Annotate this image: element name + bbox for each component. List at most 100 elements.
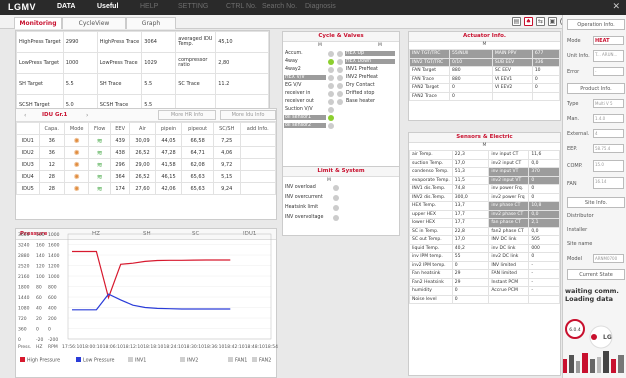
- data-label: FAN2 Target: [409, 83, 450, 93]
- operation-info-button[interactable]: Operation Info.: [567, 19, 625, 30]
- idu-row[interactable]: IDU2 36 ✺ ≋ 438 26,52 47,28 64,71 4,06: [16, 146, 277, 159]
- eep-label: EEP.: [567, 146, 578, 152]
- tab-monitoring[interactable]: Monitoring: [14, 17, 62, 29]
- data-value: 0: [528, 252, 560, 262]
- type-label: Type: [567, 101, 579, 107]
- idu-col-header: Mode: [63, 122, 90, 135]
- site-info-button[interactable]: Site Info.: [567, 197, 625, 208]
- alarm-bell-icon[interactable]: ♠: [524, 17, 533, 26]
- data-label: SC EEV: [491, 66, 533, 76]
- more-hr-info-button[interactable]: More HR Info: [158, 110, 216, 120]
- heat-mode-icon: ✺: [73, 136, 80, 145]
- data-value: 370: [528, 167, 560, 177]
- rpm-tick-label: -200: [48, 337, 58, 343]
- legend-label: High Pressure: [27, 358, 60, 364]
- data-value: 677: [531, 49, 561, 59]
- menu-data[interactable]: DATA: [57, 3, 75, 10]
- idu-cell: [239, 134, 277, 147]
- data-value: 0: [451, 286, 490, 296]
- legend-swatch[interactable]: [128, 357, 133, 362]
- valve-row: HEX V/V INV2 PreHeat: [283, 74, 399, 82]
- waiting-comm-text: waiting comm.: [565, 287, 619, 295]
- idu-row[interactable]: IDU1 36 ✺ ≋ 439 30,09 44,05 66,58 7,25: [16, 134, 277, 147]
- fan-flow-icon: ≋: [96, 184, 103, 193]
- data-label: suction Temp.: [409, 158, 453, 168]
- city-building: [603, 351, 609, 373]
- target-trace-panel: HighPress Target 2990 HighPress Trace 30…: [15, 30, 270, 116]
- sensors-electric-panel: Sensors & Electric M air Temp. 22,3 inv in…: [408, 132, 561, 376]
- status-indicator-icon: [328, 75, 334, 81]
- type-value: Multi V 5: [593, 99, 624, 108]
- save-icon[interactable]: ▤: [512, 17, 521, 26]
- legend-swatch[interactable]: [76, 357, 81, 362]
- data-value: 0: [449, 83, 493, 93]
- data-value: 74,8: [451, 184, 490, 194]
- mode-value: HEAT: [593, 36, 624, 45]
- valve-label: HEX Down: [345, 58, 395, 64]
- data-label: INV2 TGT/TRC: [409, 57, 450, 67]
- hz-tick-label: 0: [36, 327, 39, 333]
- valve-row: receiver in Drifted stop: [283, 90, 399, 98]
- menu-help[interactable]: HELP: [140, 3, 158, 10]
- info-value: 1029: [141, 52, 177, 74]
- press-tick-label: 3600: [18, 232, 30, 238]
- menu-useful[interactable]: Useful: [97, 3, 118, 10]
- legend-swatch[interactable]: [252, 357, 257, 362]
- fan-flow-icon: ≋: [96, 136, 103, 145]
- fan-flow-icon: ≋: [96, 160, 103, 169]
- idu-row[interactable]: IDU3 12 ✺ ≋ 296 29,00 41,58 62,08 9,72: [16, 158, 277, 171]
- idu-row[interactable]: IDU4 28 ✺ ≋ 364 26,52 46,15 65,63 5,15: [16, 170, 277, 183]
- menu-setting[interactable]: SETTING: [178, 3, 208, 10]
- man-label: Man.: [567, 116, 580, 122]
- close-icon[interactable]: ✕: [612, 2, 620, 12]
- city-building: [576, 361, 580, 373]
- data-label: FAN Target: [409, 66, 450, 76]
- legend-swatch[interactable]: [20, 357, 25, 362]
- idu-next-button[interactable]: ›: [86, 112, 88, 119]
- data-value: 0: [528, 192, 560, 202]
- idu-row[interactable]: IDU5 28 ✺ ≋ 174 27,60 42,06 65,63 9,24: [16, 182, 277, 195]
- sync-icon[interactable]: ⇆: [536, 17, 545, 26]
- data-row: INV1 dis.Temp. 74,8 inv power Frq. 0: [409, 184, 560, 194]
- axis-label: HZ: [36, 344, 42, 350]
- idu-cell: 26,52: [129, 146, 156, 159]
- data-value: 0/10: [449, 57, 493, 67]
- status-indicator-icon: [328, 99, 334, 105]
- status-indicator-icon: [328, 107, 334, 113]
- city-building: [582, 353, 588, 373]
- camera-icon[interactable]: ▣: [548, 17, 557, 26]
- menu-ctrl-no[interactable]: CTRL No.: [226, 3, 257, 10]
- data-value: 55/NUll: [449, 49, 493, 59]
- limit-label: INV overload: [285, 184, 316, 190]
- idu-col-header: pipeout: [181, 122, 214, 135]
- menu-diagnosis[interactable]: Diagnosis: [305, 3, 336, 10]
- product-info-button[interactable]: Product Info.: [567, 83, 625, 94]
- idu-cell: ✺: [63, 146, 90, 159]
- legend-swatch[interactable]: [228, 357, 233, 362]
- data-label: SUB EEV: [491, 57, 533, 67]
- tab-graph[interactable]: Graph: [126, 17, 176, 29]
- idu-cell: 65,63: [181, 170, 214, 183]
- data-row: upper HEX 17,7 inv2 phase CT 0,0: [409, 209, 560, 219]
- data-label: liquid Temp.: [409, 243, 453, 253]
- valve-label: Base heater: [346, 98, 375, 104]
- pressure-chart: 3600 100 10003240 160 16002880 140 14002520 120…: [18, 232, 278, 364]
- unit-info-value: T... ARUN...: [593, 50, 624, 62]
- menu-search-no[interactable]: Search No.: [262, 3, 297, 10]
- idu-cell: 65,63: [181, 182, 214, 195]
- idu-prev-button[interactable]: ‹: [24, 112, 26, 119]
- data-label: condenso Temp.: [409, 167, 453, 177]
- data-label: VI EEV1: [491, 74, 533, 84]
- idu-col-header: Capa.: [38, 122, 65, 135]
- idu-cell: 64,71: [181, 146, 214, 159]
- x-tick-label: 17:56:10: [62, 344, 82, 350]
- more-idu-info-button[interactable]: More Idu Info: [220, 110, 276, 120]
- valve-label: EG V/V: [285, 82, 302, 88]
- legend-swatch[interactable]: [180, 357, 185, 362]
- idu-cell: 36: [38, 134, 65, 147]
- current-state-button[interactable]: Current State: [567, 269, 625, 280]
- status-indicator-icon: [337, 83, 343, 89]
- data-label: [491, 91, 533, 101]
- idu-cell: IDU3: [16, 158, 40, 171]
- tab-cycleview[interactable]: CycleView: [62, 17, 126, 29]
